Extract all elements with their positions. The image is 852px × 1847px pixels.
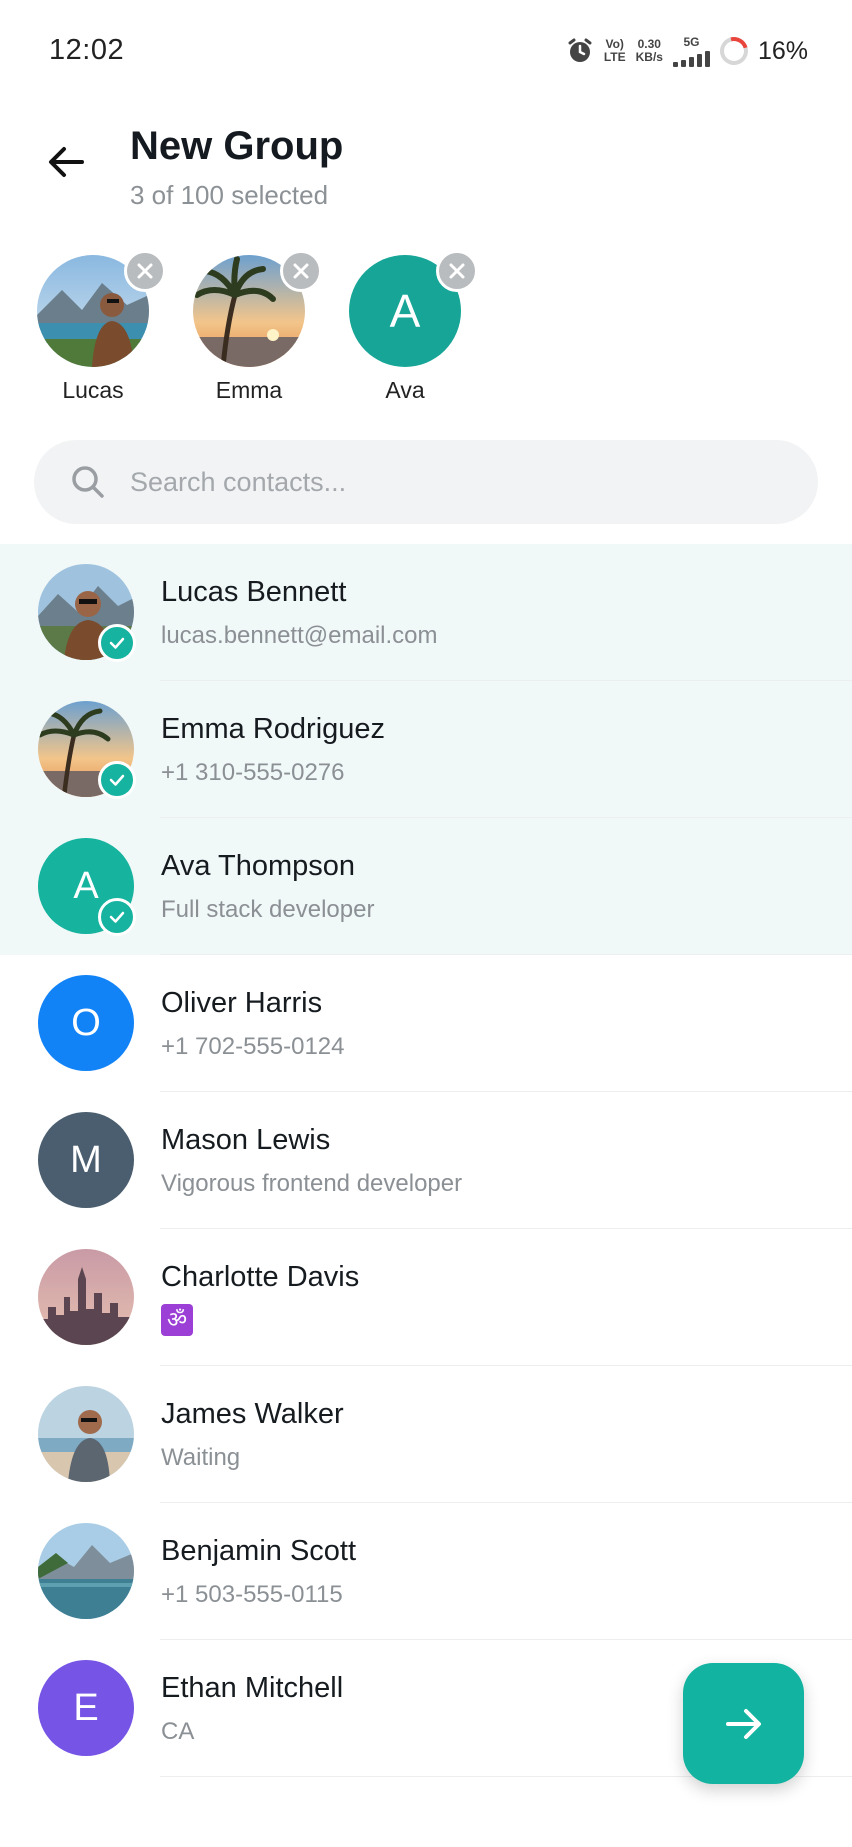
avatar [38,1386,134,1482]
arrow-left-icon [49,147,84,177]
contact-row[interactable]: Emma Rodriguez +1 310-555-0276 [0,681,852,818]
contact-row[interactable]: Benjamin Scott +1 503-555-0115 [0,1503,852,1640]
arrow-right-icon [725,1708,761,1739]
close-icon [449,263,465,279]
contact-name: Emma Rodriguez [161,713,386,745]
battery-icon [714,31,754,71]
avatar: M [38,1112,134,1208]
chip-name: Ava [385,377,425,403]
selected-chip[interactable]: Emma [171,250,322,410]
page-title: New Group [130,124,344,168]
om-badge: ॐ [161,1304,193,1336]
remove-chip-button[interactable] [124,250,166,292]
volte-indicator: Vo) LTE [603,37,626,64]
contact-row[interactable]: Charlotte Davis ॐ [0,1229,852,1366]
contact-name: James Walker [161,1398,344,1430]
contact-row[interactable]: James Walker Waiting [0,1366,852,1503]
close-icon [137,263,153,279]
avatar: O [38,975,134,1071]
contact-detail: +1 310-555-0276 [161,759,345,786]
selected-contacts: Lucas Emma A Ava [0,250,852,410]
network-speed: 0.30 KB/s [635,37,663,64]
contact-list: Lucas Bennett lucas.bennett@email.com Em… [0,544,852,1777]
search-icon [72,466,104,498]
selected-check [98,624,136,662]
alarm-icon [568,38,592,62]
selected-chip[interactable]: A Ava [327,250,478,410]
close-icon [293,263,309,279]
contact-row[interactable]: A Ava Thompson Full stack developer [0,818,852,955]
contact-detail: Full stack developer [161,896,375,923]
header: New Group 3 of 100 selected [0,104,852,234]
contact-name: Ava Thompson [161,850,355,882]
contact-detail: lucas.bennett@email.com [161,622,438,649]
contact-detail: Waiting [161,1444,241,1471]
status-bar: 12:02 Vo) LTE 0.30 KB/s 5G 16% [0,0,852,104]
check-icon [109,637,125,649]
battery-level: 16% [757,36,808,65]
remove-chip-button[interactable] [436,250,478,292]
check-icon [109,911,125,923]
selected-chip[interactable]: Lucas [15,250,166,410]
contact-detail: CA [161,1718,195,1745]
contact-row[interactable]: Lucas Bennett lucas.bennett@email.com [0,544,852,681]
search-input[interactable] [130,440,790,524]
contact-row[interactable]: O Oliver Harris +1 702-555-0124 [0,955,852,1092]
contact-detail: Vigorous frontend developer [161,1170,463,1197]
selected-check [98,898,136,936]
contact-name: Oliver Harris [161,987,323,1019]
chip-name: Lucas [62,377,124,403]
selection-count: 3 of 100 selected [130,180,329,210]
contact-row[interactable]: M Mason Lewis Vigorous frontend develope… [0,1092,852,1229]
avatar: E [38,1660,134,1756]
avatar [38,1523,134,1619]
remove-chip-button[interactable] [280,250,322,292]
contact-name: Lucas Bennett [161,576,347,608]
contact-name: Charlotte Davis [161,1261,360,1293]
contact-detail: +1 702-555-0124 [161,1033,345,1060]
signal-icon [672,49,710,67]
contact-name: Ethan Mitchell [161,1672,344,1704]
network-type: 5G [672,35,710,67]
next-button[interactable] [683,1663,804,1784]
check-icon [109,774,125,786]
search-bar[interactable] [34,440,818,524]
contact-detail: +1 503-555-0115 [161,1581,343,1608]
selected-check [98,761,136,799]
avatar [38,1249,134,1345]
contact-name: Mason Lewis [161,1124,331,1156]
contact-name: Benjamin Scott [161,1535,357,1567]
chip-name: Emma [215,377,283,403]
status-time: 12:02 [49,34,125,66]
back-button[interactable] [38,134,94,190]
status-icons: Vo) LTE 0.30 KB/s 5G 16% [566,31,808,71]
